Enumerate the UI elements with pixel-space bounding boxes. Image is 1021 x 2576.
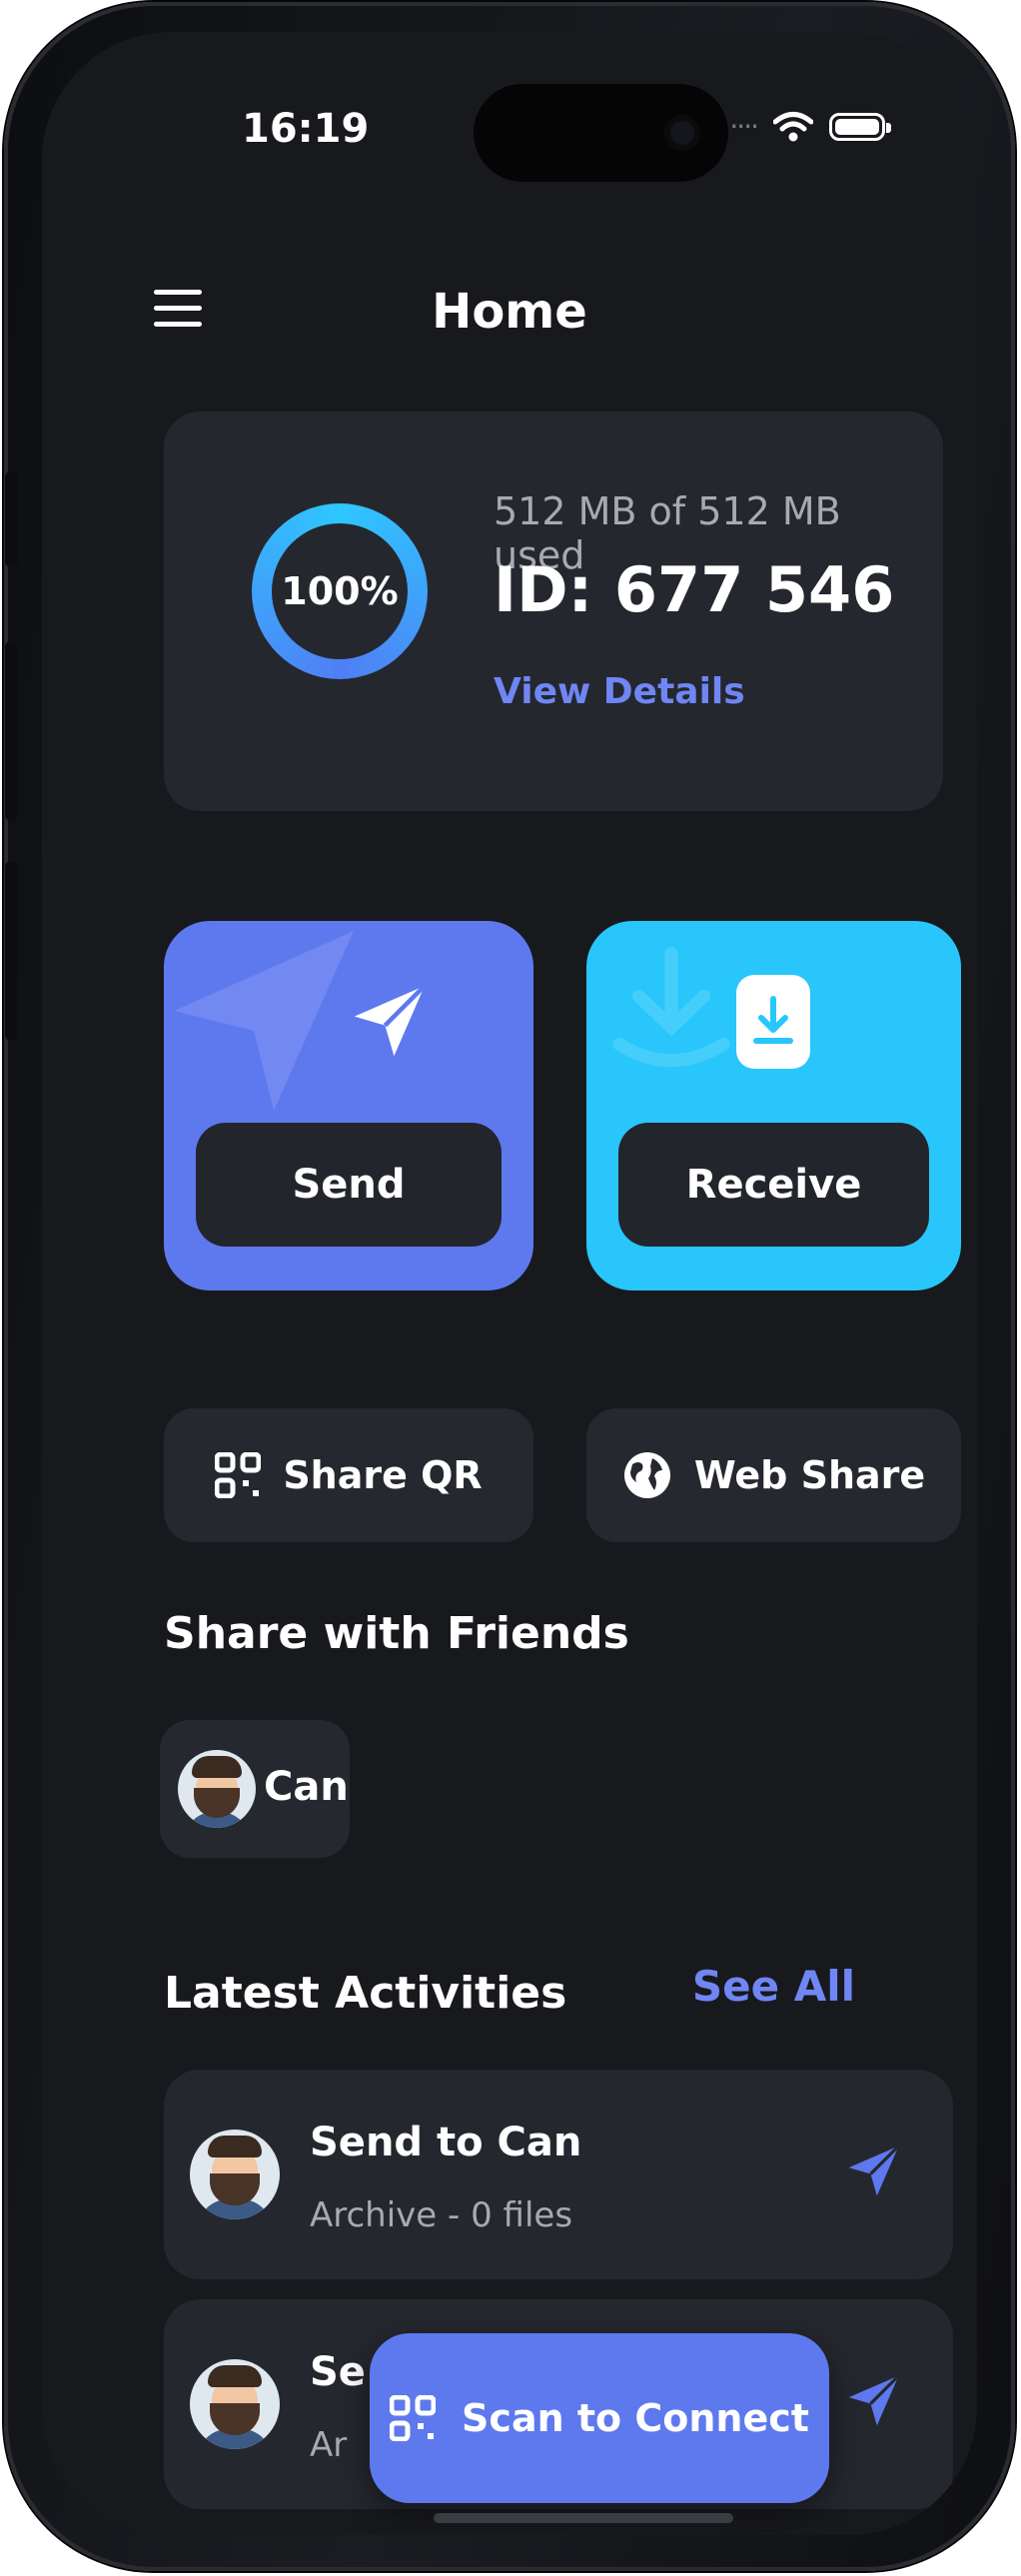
share-qr-label: Share QR xyxy=(283,1453,483,1497)
receive-button[interactable]: Receive xyxy=(586,921,961,1290)
send-label: Send xyxy=(196,1123,502,1247)
web-share-button[interactable]: Web Share xyxy=(586,1408,961,1542)
activity-title: Send to Can xyxy=(310,2120,582,2165)
share-qr-button[interactable]: Share QR xyxy=(164,1408,533,1542)
volume-down-button xyxy=(4,861,18,1041)
dynamic-island xyxy=(474,84,728,182)
top-bar: Home xyxy=(42,282,977,362)
download-watermark-icon xyxy=(612,947,730,1068)
battery-icon xyxy=(829,112,891,141)
paper-plane-icon xyxy=(354,984,427,1057)
activity-subtitle: Ar xyxy=(310,2425,348,2465)
activities-section-title: Latest Activities xyxy=(164,1968,567,2019)
see-all-link[interactable]: See All xyxy=(692,1962,855,2011)
page-title: Home xyxy=(432,284,587,340)
qr-code-icon xyxy=(215,1452,262,1498)
status-time: 16:19 xyxy=(242,106,370,152)
avatar xyxy=(190,2130,280,2219)
scan-to-connect-button[interactable]: Scan to Connect xyxy=(370,2333,829,2503)
qr-code-icon xyxy=(390,2395,437,2441)
activity-item[interactable]: Send to Can Archive - 0 files xyxy=(164,2070,953,2279)
scan-to-connect-label: Scan to Connect xyxy=(462,2396,809,2440)
storage-progress-ring: 100% xyxy=(252,503,428,679)
front-camera xyxy=(664,115,700,151)
receive-label: Receive xyxy=(618,1123,929,1247)
paper-plane-icon xyxy=(848,2374,900,2426)
paper-plane-icon xyxy=(848,2145,900,2196)
home-indicator[interactable] xyxy=(434,2513,733,2523)
avatar xyxy=(178,1750,256,1828)
friends-section-title: Share with Friends xyxy=(164,1608,629,1659)
device-id: ID: 677 546 xyxy=(494,553,895,626)
status-bar: 16:19 ···· xyxy=(42,84,977,182)
friend-chip[interactable]: Can xyxy=(160,1720,350,1858)
activity-subtitle: Archive - 0 files xyxy=(310,2195,573,2235)
send-button[interactable]: Send xyxy=(164,921,533,1290)
globe-icon xyxy=(623,1452,670,1498)
signal-icon: ···· xyxy=(729,110,759,143)
avatar xyxy=(190,2359,280,2449)
send-watermark-icon xyxy=(174,931,354,1111)
web-share-label: Web Share xyxy=(693,1453,926,1497)
status-indicators: ···· xyxy=(729,110,891,143)
volume-up-button xyxy=(4,641,18,821)
view-details-link[interactable]: View Details xyxy=(494,671,745,712)
storage-percent: 100% xyxy=(281,569,399,613)
mute-switch xyxy=(4,471,18,567)
wifi-icon xyxy=(773,111,813,141)
friend-name: Can xyxy=(264,1764,349,1810)
phone-frame: 16:19 ···· Home 100% 512 MB of 512 MB us… xyxy=(4,2,1015,2571)
screen: 16:19 ···· Home 100% 512 MB of 512 MB us… xyxy=(42,32,977,2535)
download-icon xyxy=(736,975,810,1069)
activity-title: Se xyxy=(310,2349,366,2395)
storage-card: 100% 512 MB of 512 MB used ID: 677 546 V… xyxy=(164,412,943,811)
